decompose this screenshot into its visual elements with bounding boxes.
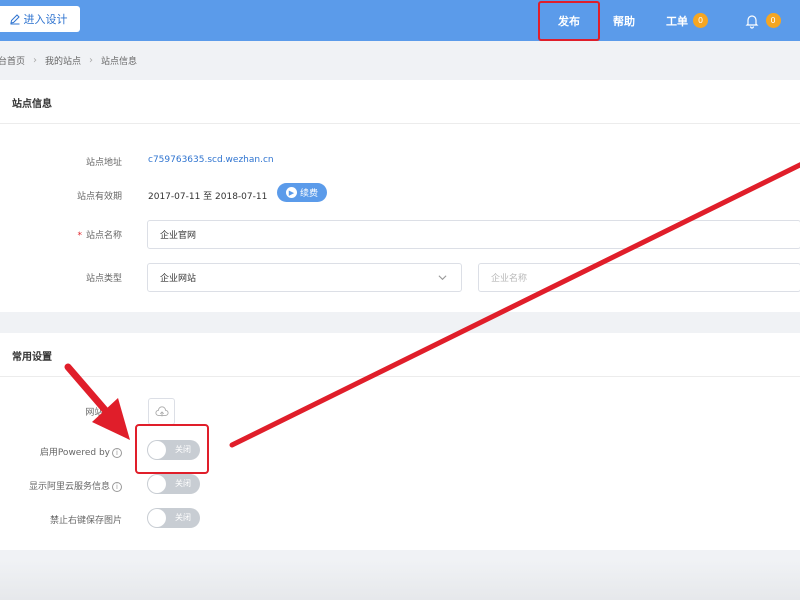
nav-help[interactable]: 帮助: [600, 0, 648, 41]
breadcrumb-site-info: 站点信息: [101, 56, 138, 67]
site-address-label: 站点地址: [85, 158, 122, 168]
powered-by-label-text: 启用Powered by: [39, 448, 110, 458]
site-type-label: 站点类型: [85, 274, 122, 284]
toggle-knob: [148, 509, 166, 527]
breadcrumb-separator-icon: ›: [89, 54, 94, 66]
nav-notifications[interactable]: 0: [736, 0, 788, 41]
aliyun-info-toggle[interactable]: 关闭: [147, 474, 200, 494]
company-name-input[interactable]: 企业名称: [478, 263, 800, 292]
powered-by-label: 启用Powered by i: [0, 445, 122, 458]
aliyun-label-text: 显示阿里云服务信息: [28, 482, 110, 492]
breadcrumb-my-sites[interactable]: 我的站点: [45, 54, 81, 67]
toggle-knob: [148, 475, 166, 493]
info-icon[interactable]: i: [112, 481, 122, 492]
notification-count-badge: 0: [765, 13, 781, 28]
toggle-off-text: 关闭: [175, 479, 191, 488]
site-info-title: 站点信息: [12, 99, 52, 110]
toggle-off-text: 关闭: [175, 513, 191, 522]
edit-icon: [9, 14, 20, 25]
bell-icon: [745, 14, 758, 29]
site-validity-label: 站点有效期: [76, 192, 122, 202]
site-type-select[interactable]: 企业网站: [147, 263, 462, 292]
divider: [0, 123, 800, 124]
site-address-link[interactable]: c759763635.scd.wezhan.cn: [148, 155, 274, 165]
top-header: 进入设计 发布 帮助 工单 0 0: [0, 0, 800, 41]
nav-ticket-label: 工单: [666, 14, 688, 28]
common-settings-title: 常用设置: [12, 352, 52, 363]
nav-ticket[interactable]: 工单 0: [654, 0, 720, 41]
renew-icon: ▶: [285, 187, 297, 198]
right-click-toggle[interactable]: 关闭: [147, 508, 200, 528]
renew-button[interactable]: ▶ 续费: [277, 183, 327, 202]
site-type-value: 企业网站: [160, 274, 197, 284]
cloud-upload-icon: [155, 405, 168, 416]
nav-publish-label: 发布: [558, 15, 580, 28]
nav-publish[interactable]: 发布: [538, 1, 600, 41]
annotation-highlight-box: [135, 424, 209, 474]
site-name-value: 企业官网: [160, 231, 197, 241]
aliyun-label: 显示阿里云服务信息 i: [0, 479, 122, 492]
ticket-count-badge: 0: [693, 13, 708, 28]
enter-design-label: 进入设计: [23, 13, 68, 26]
enter-design-button[interactable]: 进入设计: [0, 6, 80, 32]
right-click-label: 禁止右键保存图片: [49, 516, 122, 526]
breadcrumb: 台首页 › 我的站点 › 站点信息: [0, 52, 137, 68]
breadcrumb-separator-icon: ›: [33, 54, 38, 66]
renew-label: 续费: [299, 189, 318, 199]
favicon-upload[interactable]: [148, 398, 175, 425]
divider: [0, 376, 800, 377]
required-asterisk: *: [77, 231, 82, 241]
site-name-label-text: 站点名称: [85, 231, 122, 241]
breadcrumb-home[interactable]: 台首页: [0, 54, 25, 67]
chevron-down-icon: [438, 275, 447, 281]
favicon-label: 网站icon: [85, 408, 122, 418]
site-name-label: * 站点名称: [0, 228, 122, 241]
info-icon[interactable]: i: [112, 447, 122, 458]
page-bottom: [0, 560, 800, 600]
site-validity-value: 2017-07-11 至 2018-07-11: [148, 192, 268, 202]
nav-help-label: 帮助: [613, 14, 635, 28]
company-name-placeholder: 企业名称: [491, 274, 528, 284]
site-name-input[interactable]: 企业官网: [147, 220, 800, 249]
